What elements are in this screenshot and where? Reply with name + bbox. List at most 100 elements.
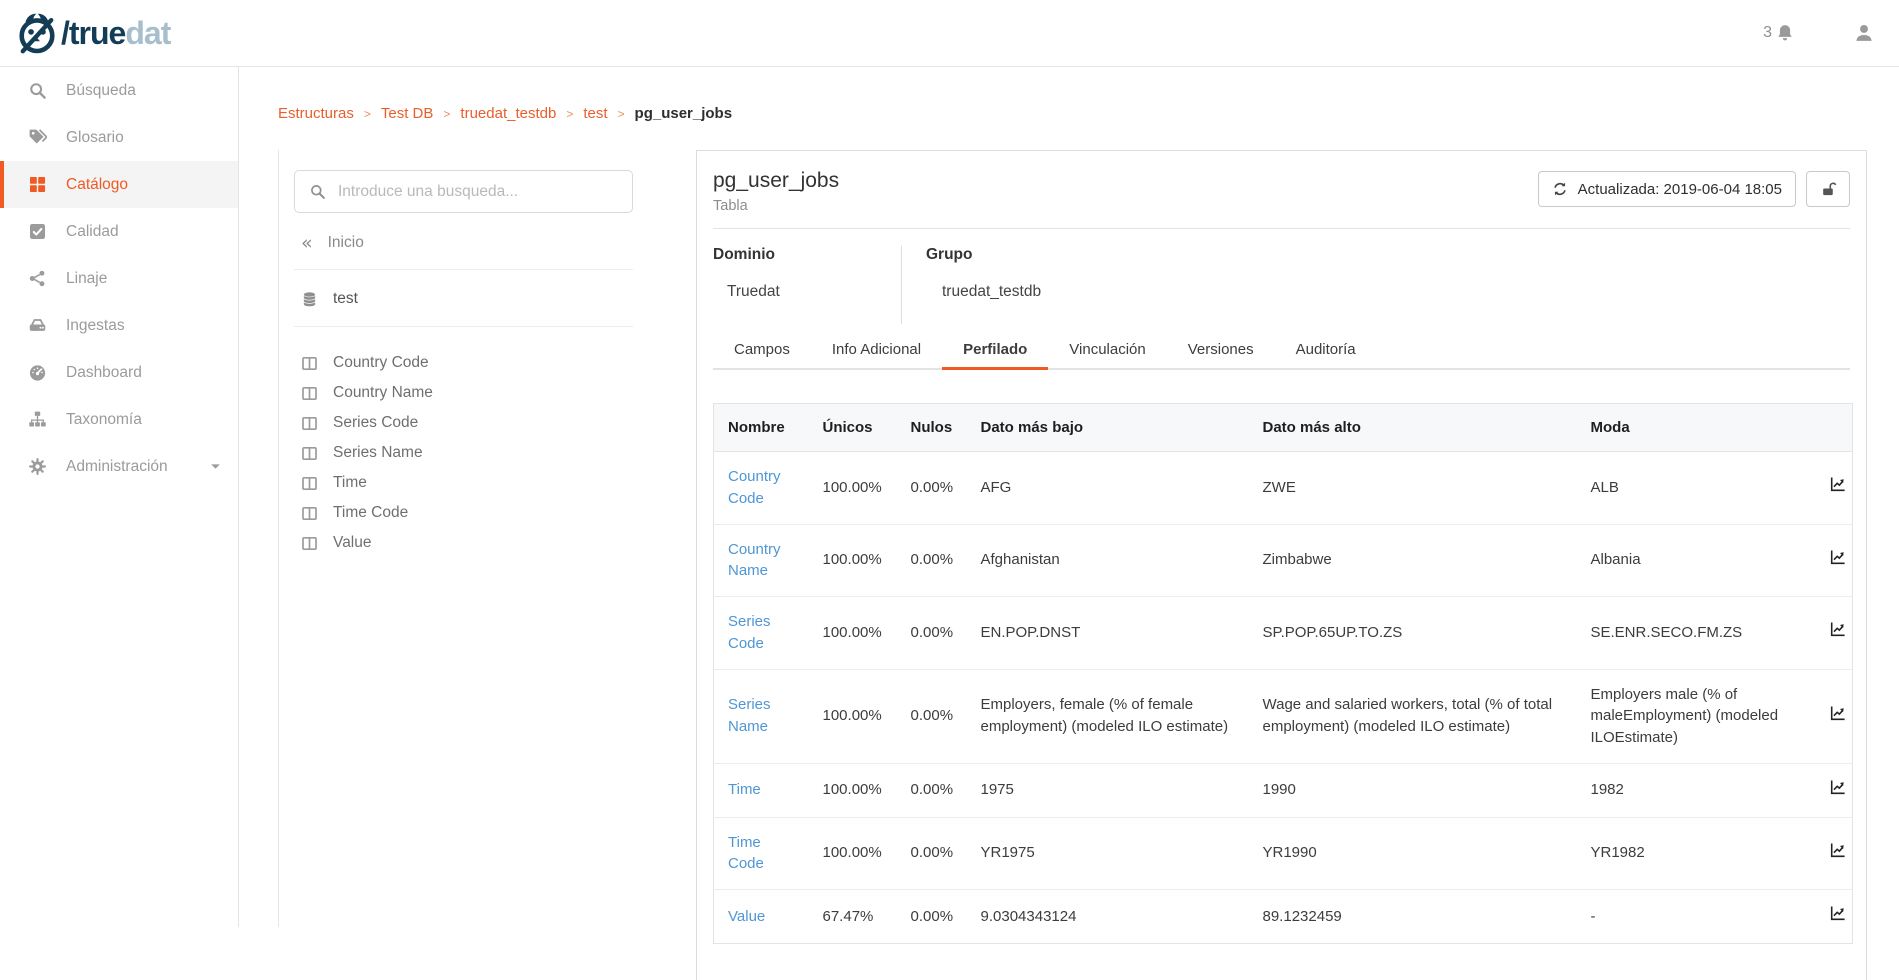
unique-value: 100.00% — [809, 597, 897, 670]
field-item-label: Country Name — [333, 384, 433, 402]
breadcrumb-separator: > — [566, 107, 573, 121]
metadata-section: Dominio Truedat Grupo truedat_testdb — [713, 229, 1850, 324]
chart-line-icon — [1829, 620, 1847, 638]
sidebar-item-linaje[interactable]: Linaje — [0, 255, 238, 302]
field-link[interactable]: Time — [728, 781, 761, 798]
sidebar-item-catalogo[interactable]: Catálogo — [0, 161, 238, 208]
sidebar-item-calidad[interactable]: Calidad — [0, 208, 238, 255]
group-label: Grupo — [926, 246, 1850, 264]
sidebar-item-ingestas[interactable]: Ingestas — [0, 302, 238, 349]
unique-value: 100.00% — [809, 524, 897, 597]
mode-value: - — [1577, 890, 1815, 944]
breadcrumb-link-test[interactable]: test — [583, 105, 607, 122]
field-item-series-name[interactable]: Series Name — [294, 438, 634, 468]
sidebar-item-taxonomia[interactable]: Taxonomía — [0, 396, 238, 443]
highest-value: Zimbabwe — [1249, 524, 1577, 597]
chart-line-icon — [1829, 548, 1847, 566]
user-menu-button[interactable] — [1853, 22, 1875, 44]
nulls-value: 0.00% — [897, 763, 967, 817]
tags-icon — [28, 128, 47, 147]
view-chart-button[interactable] — [1829, 548, 1847, 566]
tab-versiones[interactable]: Versiones — [1167, 330, 1275, 370]
view-chart-button[interactable] — [1829, 778, 1847, 796]
nulls-value: 0.00% — [897, 890, 967, 944]
column-header-dato-mas-alto: Dato más alto — [1249, 404, 1577, 452]
sidebar-item-label: Calidad — [66, 223, 119, 241]
search-icon — [309, 183, 326, 200]
lock-toggle-button[interactable] — [1806, 171, 1850, 207]
tab-perfilado[interactable]: Perfilado — [942, 330, 1048, 370]
view-chart-button[interactable] — [1829, 904, 1847, 922]
view-chart-button[interactable] — [1829, 841, 1847, 859]
field-link[interactable]: Series Name — [728, 696, 771, 735]
sidebar-item-label: Catálogo — [66, 176, 128, 194]
mode-value: YR1982 — [1577, 817, 1815, 890]
sidebar-item-administracion[interactable]: Administración — [0, 443, 238, 490]
sidebar-item-dashboard[interactable]: Dashboard — [0, 349, 238, 396]
field-item-series-code[interactable]: Series Code — [294, 408, 634, 438]
breadcrumb-current: pg_user_jobs — [635, 105, 733, 122]
highest-value: SP.POP.65UP.TO.ZS — [1249, 597, 1577, 670]
unlock-icon — [1820, 181, 1837, 198]
domain-value: Truedat — [713, 283, 901, 301]
tab-auditoria[interactable]: Auditoría — [1275, 330, 1377, 370]
tree-search-input[interactable] — [338, 183, 618, 201]
tab-vinculacion[interactable]: Vinculación — [1048, 330, 1166, 370]
sidebar-item-label: Ingestas — [66, 317, 125, 335]
profile-row-country-name: Country Name100.00%0.00%AfghanistanZimba… — [714, 524, 1853, 597]
notifications-button[interactable]: 3 — [1763, 23, 1795, 43]
unique-value: 67.47% — [809, 890, 897, 944]
profile-row-time: Time100.00%0.00%197519901982 — [714, 763, 1853, 817]
field-item-country-code[interactable]: Country Code — [294, 348, 634, 378]
search-icon — [28, 81, 47, 100]
tree-parent-label: test — [333, 290, 358, 308]
breadcrumb-link-test-db[interactable]: Test DB — [381, 105, 434, 122]
sidebar-item-label: Dashboard — [66, 364, 142, 382]
tab-info-adicional[interactable]: Info Adicional — [811, 330, 942, 370]
tree-back-button[interactable]: « Inicio — [294, 233, 634, 253]
breadcrumb-link-estructuras[interactable]: Estructuras — [278, 105, 354, 122]
field-item-value[interactable]: Value — [294, 528, 634, 558]
view-chart-button[interactable] — [1829, 475, 1847, 493]
chevron-down-icon — [209, 460, 222, 473]
chart-line-icon — [1829, 841, 1847, 859]
field-link[interactable]: Series Code — [728, 613, 771, 652]
tab-campos[interactable]: Campos — [713, 330, 811, 370]
refresh-icon — [1552, 181, 1568, 197]
truedat-logo[interactable]: /truedat — [14, 9, 170, 57]
view-chart-button[interactable] — [1829, 704, 1847, 722]
sidebar: BúsquedaGlosario Catálogo Calidad Linaje Ing… — [0, 67, 239, 927]
breadcrumb-separator: > — [443, 107, 450, 121]
column-header-nulos: Nulos — [897, 404, 967, 452]
profile-row-series-code: Series Code100.00%0.00%EN.POP.DNSTSP.POP… — [714, 597, 1853, 670]
lowest-value: Afghanistan — [967, 524, 1249, 597]
mode-value: ALB — [1577, 452, 1815, 525]
sidebar-item-glosario[interactable]: Glosario — [0, 114, 238, 161]
database-icon — [301, 291, 318, 308]
field-item-country-name[interactable]: Country Name — [294, 378, 634, 408]
field-link[interactable]: Country Code — [728, 468, 781, 507]
columns-icon — [301, 535, 318, 552]
updated-refresh-button[interactable]: Actualizada: 2019-06-04 18:05 — [1538, 171, 1796, 207]
field-item-time-code[interactable]: Time Code — [294, 498, 634, 528]
user-icon — [1853, 22, 1875, 44]
drive-icon — [28, 316, 47, 335]
field-link[interactable]: Country Name — [728, 541, 781, 580]
profile-table: NombreÚnicosNulosDato más bajoDato más a… — [713, 403, 1853, 944]
field-link[interactable]: Time Code — [728, 834, 764, 873]
field-link[interactable]: Value — [728, 908, 765, 925]
columns-icon — [301, 355, 318, 372]
profile-row-country-code: Country Code100.00%0.00%AFGZWEALB — [714, 452, 1853, 525]
gauge-icon — [28, 363, 47, 382]
sidebar-item-busqueda[interactable]: Búsqueda — [0, 67, 238, 114]
chart-line-icon — [1829, 778, 1847, 796]
view-chart-button[interactable] — [1829, 620, 1847, 638]
breadcrumb-link-truedat-testdb[interactable]: truedat_testdb — [460, 105, 556, 122]
unique-value: 100.00% — [809, 452, 897, 525]
tree-parent-item[interactable]: test — [294, 288, 634, 310]
lowest-value: Employers, female (% of female employmen… — [967, 669, 1249, 763]
field-item-label: Series Code — [333, 414, 418, 432]
field-item-time[interactable]: Time — [294, 468, 634, 498]
mode-value: Employers male (% of maleEmployment) (mo… — [1577, 669, 1815, 763]
columns-icon — [301, 415, 318, 432]
